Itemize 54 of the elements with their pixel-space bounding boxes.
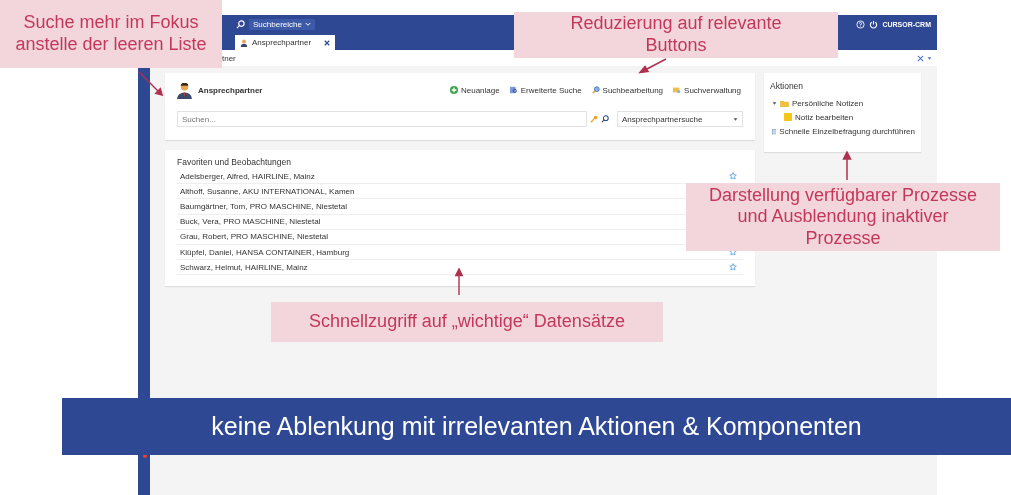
search-icon[interactable] [236,19,245,29]
star-icon[interactable] [729,172,737,181]
annotation-tooltip: Suche mehr im Fokus anstelle der leeren Liste [0,0,222,68]
clipboard-icon [772,126,777,136]
caret-icon[interactable] [772,100,777,106]
action-item[interactable]: Persönliche Notizen [770,96,915,110]
annotation-tooltip: Darstellung verfügbarer Prozesse und Ausblendung inaktiver Prozesse [686,183,1000,251]
search-type-dropdown[interactable]: Ansprechpartnersuche [617,111,743,127]
plus-icon [449,86,458,94]
search-scope-dropdown[interactable]: Suchbereiche [249,18,315,30]
notification-dot [143,454,147,458]
annotation-arrow [842,151,852,181]
panel-title: Ansprechpartner [198,85,263,95]
contact-name: Schwarz, Helmut, HAIRLINE, Mainz [180,262,308,272]
tab[interactable]: Ansprechpartner [235,35,335,50]
toolbar-button[interactable]: Suchbearbeitung [589,85,666,95]
action-item[interactable]: Schnelle Einzelbefragung durchführen [770,124,915,138]
toolbar-button[interactable]: Erweiterte Suche [507,85,584,95]
note-icon [784,113,792,121]
search-icon[interactable] [601,115,609,123]
caret-icon[interactable] [927,55,932,61]
contact-name: Adelsberger, Alfred, HAIRLINE, Mainz [180,171,315,181]
section-title: Aktionen [770,81,805,91]
contact-name: Baumgärtner, Tom, PRO MASCHINE, Niestetal [180,201,348,211]
close-icon[interactable] [324,39,330,46]
annotation-tooltip: Schnellzugriff auf „wichtige“ Datensätze [271,302,663,342]
search-icon [591,86,600,94]
close-icon[interactable] [917,54,924,62]
tab-label: Ansprechpartner [252,38,313,47]
folder-search-icon [673,86,682,94]
summary-banner: keine Ablenkung mit irrelevanten Aktionen & Komponenten [62,398,1011,455]
section-title: Favoriten und Beobachtungen [177,157,292,167]
toolbar-button[interactable]: Suchverwaltung [671,85,743,95]
contact-name: Buck, Vera, PRO MASCHINE, Niestetal [180,217,321,227]
star-icon[interactable] [729,263,737,272]
person-icon [177,81,192,99]
person-icon [240,38,248,47]
search-icon [509,86,518,94]
toolbar-button[interactable]: Neuanlage [447,85,502,95]
chevron-icon [304,21,311,27]
folder-icon [780,99,789,107]
contact-name: Althoff, Susanne, AKU INTERNATIONAL, Kamen [180,186,355,196]
contact-name: Klüpfel, Daniel, HANSA CONTAINER, Hamburg [180,247,350,257]
breadcrumb: tner [222,53,236,63]
power-icon[interactable] [869,19,879,29]
annotation-arrow [454,268,464,296]
help-icon[interactable] [856,19,866,29]
annotation-tooltip: Reduzierung auf relevante Buttons [514,12,838,58]
search-field[interactable]: Suchen... [177,111,587,127]
annotation-arrow [638,58,668,74]
action-item[interactable]: Notiz bearbeiten [770,110,915,124]
caret-icon [733,116,738,122]
contact-name: Grau, Robert, PRO MASCHINE, Niestetal [180,232,329,242]
annotation-arrow [137,70,165,98]
